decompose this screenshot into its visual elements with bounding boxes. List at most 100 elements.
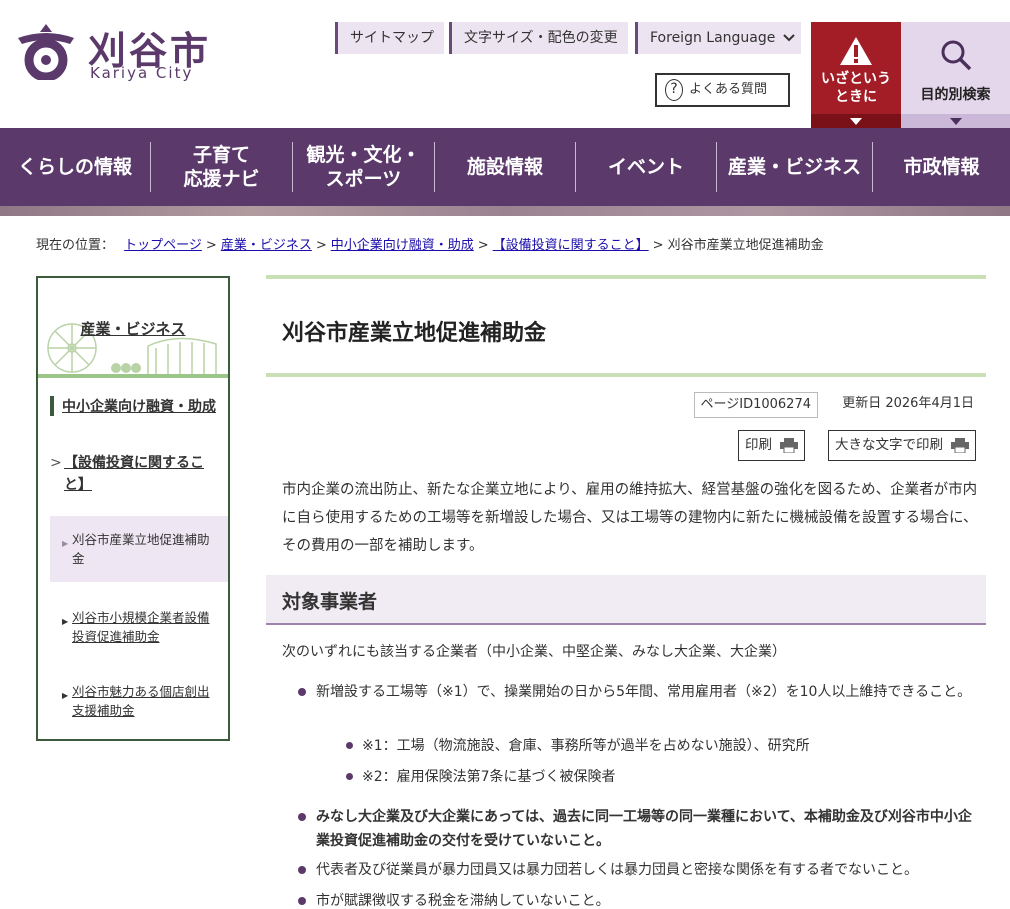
breadcrumb-link-loans[interactable]: 中小企業向け融資・助成 <box>331 238 474 253</box>
nav-label: イベント <box>607 156 684 178</box>
list-item-text: 新増設する工場等（※1）で、操業開始の日から5年間、常用雇用者（※2）を10人以… <box>316 684 972 700</box>
site-header: 刈谷市 Kariya City サイトマップ 文字サイズ・配色の変更 Forei… <box>0 0 1010 128</box>
foreign-language-label: Foreign Language <box>650 30 776 46</box>
nav-item-events[interactable]: イベント <box>576 128 716 206</box>
breadcrumb-link-top[interactable]: トップページ <box>124 238 202 253</box>
bullet-icon <box>298 688 306 696</box>
sidebar-divider <box>38 374 228 378</box>
printer-icon <box>780 438 798 453</box>
sidebar-subcategory-label: 【設備投資に関すること】 <box>64 455 204 493</box>
note-text: ※1：工場（物流施設、倉庫、事務所等が過半を占めない施設）、研究所 <box>362 738 810 754</box>
emergency-label: いざという ときに <box>811 70 901 106</box>
sidebar-item-small-business-equipment[interactable]: ▶ 刈谷市小規模企業者設備 投資促進補助金 <box>50 594 228 660</box>
sidebar-item-label-line2: 支援補助金 <box>72 703 135 718</box>
warning-icon <box>840 37 872 65</box>
note-item: ※2：雇用保険法第7条に基づく被保険者 <box>346 766 616 786</box>
nav-label: 施設情報 <box>466 156 543 178</box>
sidebar-item-label: 刈谷市産業立地促進補助 <box>72 532 210 547</box>
list-item: 市が賦課徴収する税金を滞納していないこと。 <box>298 889 978 909</box>
sidebar-item-label: 刈谷市小規模企業者設備 <box>72 610 210 625</box>
bullet-icon <box>298 897 306 905</box>
sidebar-item-label: 刈谷市魅力ある個店創出 <box>72 684 210 699</box>
nav-label: 子育て <box>192 144 250 166</box>
sidebar-item-attractive-shops[interactable]: ▶ 刈谷市魅力ある個店創出 支援補助金 <box>50 668 228 734</box>
bullet-icon <box>346 773 353 780</box>
sidebar: 産業・ビジネス 中小企業向け融資・助成 > 【設備投資に関すること】 ▶ 刈谷市… <box>36 276 230 741</box>
nav-label: くらしの情報 <box>17 156 132 178</box>
nav-label: 観光・文化・ <box>306 144 421 166</box>
triangle-right-icon: ▶ <box>62 617 69 626</box>
bullet-icon <box>298 813 306 821</box>
list-item-text: 市が賦課徴収する税金を滞納していないこと。 <box>316 893 610 909</box>
sidebar-item-label-line2: 投資促進補助金 <box>72 629 160 644</box>
breadcrumb-separator: > <box>205 238 217 253</box>
breadcrumb-link-equipment[interactable]: 【設備投資に関すること】 <box>493 238 649 253</box>
kariya-emblem-icon <box>18 24 74 80</box>
list-item: 代表者及び従業員が暴力団員又は暴力団若しくは暴力団員と密接な関係を有する者でない… <box>298 858 978 882</box>
eligibility-intro: 次のいずれにも該当する企業者（中小企業、中堅企業、みなし大企業、大企業） <box>282 644 786 660</box>
question-icon: ? <box>665 79 683 101</box>
nav-item-business[interactable]: 産業・ビジネス <box>717 128 872 206</box>
print-button[interactable]: 印刷 <box>738 430 805 461</box>
page-title-box: 刈谷市産業立地促進補助金 <box>266 275 986 377</box>
page-title: 刈谷市産業立地促進補助金 <box>282 320 547 346</box>
sitemap-link[interactable]: サイトマップ <box>335 22 444 54</box>
breadcrumb: 現在の位置： トップページ > 産業・ビジネス > 中小企業向け融資・助成 > 【設備投資に… <box>36 234 824 253</box>
nav-item-living[interactable]: くらしの情報 <box>0 128 150 206</box>
section-title: 対象事業者 <box>282 591 378 613</box>
sidebar-category-link[interactable]: 中小企業向け融資・助成 <box>50 396 216 416</box>
nav-item-government[interactable]: 市政情報 <box>873 128 1010 206</box>
foreign-language-select[interactable]: Foreign Language <box>635 22 802 54</box>
purpose-search-label: 目的別検索 <box>920 87 991 103</box>
chevron-down-icon <box>783 34 796 42</box>
list-item: 新増設する工場等（※1）で、操業開始の日から5年間、常用雇用者（※2）を10人以… <box>298 680 978 704</box>
site-logo[interactable]: 刈谷市 Kariya City <box>14 20 214 90</box>
sidebar-title[interactable]: 産業・ビジネス <box>38 318 228 339</box>
sidebar-item-industrial-location[interactable]: ▶ 刈谷市産業立地促進補助 金 <box>50 516 228 582</box>
search-expander <box>901 114 1010 128</box>
breadcrumb-separator: > <box>477 238 489 253</box>
emergency-label-line1: いざという <box>821 71 891 87</box>
nav-label: 産業・ビジネス <box>727 156 861 178</box>
sidebar-header: 産業・ビジネス <box>38 278 228 378</box>
breadcrumb-separator: > <box>315 238 327 253</box>
section-heading: 対象事業者 <box>266 575 986 625</box>
note-text: ※2：雇用保険法第7条に基づく被保険者 <box>362 769 616 785</box>
breadcrumb-separator: > <box>652 238 664 253</box>
triangle-right-icon: ▶ <box>62 691 69 700</box>
list-item-text: みなし大企業及び大企業にあっては、過去に同一工場等の同一業種において、本補助金及… <box>316 809 972 849</box>
breadcrumb-label: 現在の位置： <box>36 238 115 253</box>
text-size-color-link[interactable]: 文字サイズ・配色の変更 <box>449 22 628 54</box>
nav-item-childcare[interactable]: 子育て 応援ナビ <box>151 128 292 206</box>
updated-date: 更新日 2026年4月1日 <box>842 396 974 411</box>
nav-item-tourism[interactable]: 観光・文化・ スポーツ <box>293 128 434 206</box>
faq-label: よくある質問 <box>689 82 768 97</box>
sidebar-item-label-line2: 金 <box>72 551 85 566</box>
logo-text-en: Kariya City <box>90 64 194 82</box>
print-label: 印刷 <box>745 437 772 453</box>
triangle-right-icon: ▶ <box>62 539 69 548</box>
purpose-search-button[interactable]: 目的別検索 <box>901 22 1010 128</box>
bullet-icon <box>346 742 353 749</box>
printer-icon <box>951 438 969 453</box>
breadcrumb-current: 刈谷市産業立地促進補助金 <box>667 238 824 253</box>
nav-label: 市政情報 <box>903 156 980 178</box>
lead-paragraph: 市内企業の流出防止、新たな企業立地により、雇用の維持拡大、経営基盤の強化を図るた… <box>282 482 978 554</box>
search-icon <box>941 40 972 71</box>
sidebar-subcategory-link[interactable]: > 【設備投資に関すること】 <box>50 452 220 496</box>
faq-button[interactable]: ? よくある質問 <box>655 73 790 107</box>
bullet-icon <box>298 866 306 874</box>
breadcrumb-link-business[interactable]: 産業・ビジネス <box>221 238 312 253</box>
print-large-label: 大きな文字で印刷 <box>835 437 943 453</box>
nav-decor-band <box>0 206 1010 216</box>
nav-item-facilities[interactable]: 施設情報 <box>435 128 575 206</box>
emergency-expander <box>811 114 901 128</box>
print-large-button[interactable]: 大きな文字で印刷 <box>828 430 976 461</box>
emergency-label-line2: ときに <box>835 89 877 105</box>
emergency-button[interactable]: いざという ときに <box>811 22 901 128</box>
note-item: ※1：工場（物流施設、倉庫、事務所等が過半を占めない施設）、研究所 <box>346 735 810 755</box>
nav-label-line2: 応援ナビ <box>183 168 260 190</box>
list-item-text: 代表者及び従業員が暴力団員又は暴力団若しくは暴力団員と密接な関係を有する者でない… <box>316 862 918 878</box>
chevron-right-icon: > <box>50 455 62 471</box>
page-id: ページID1006274 <box>693 392 818 418</box>
